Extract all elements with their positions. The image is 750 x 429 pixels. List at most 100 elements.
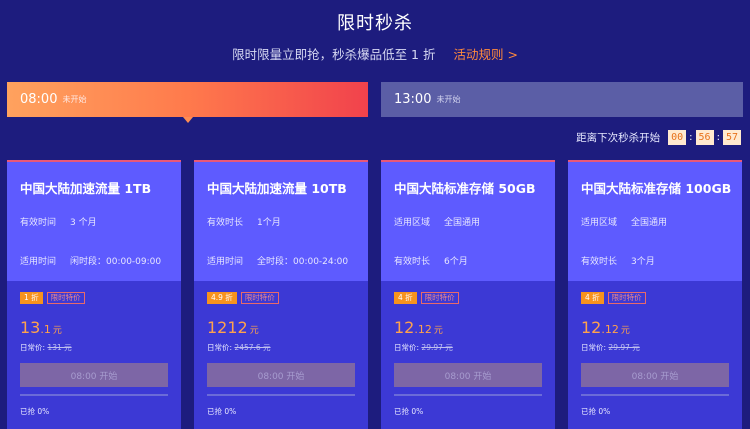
start-button[interactable]: 08:00 开始 <box>20 363 168 387</box>
product-name: 中国大陆标准存储 50GB <box>394 181 536 196</box>
attribute-value: 1个月 <box>257 218 281 228</box>
limited-offer-badge: 限时特价 <box>420 291 459 304</box>
original-price-value: 29.97 元 <box>608 343 640 352</box>
page-title: 限时秒杀 <box>337 13 413 34</box>
sold-progress-bar <box>20 394 168 396</box>
card-attribute-row: 适用时间 全时段：00:00-24:00 <box>207 254 356 267</box>
attribute-value: 3 个月 <box>70 218 97 228</box>
card-attribute-row: 适用时间 闲时段：00:00-09:00 <box>20 254 169 267</box>
sold-percentage: 已抢 0% <box>20 407 50 416</box>
original-price: 日常价: 29.97 元 <box>394 342 543 353</box>
activity-rules-link[interactable]: 活动规则 > <box>453 47 517 62</box>
subtitle-text: 限时限量立即抢，秒杀爆品低至 1 折 <box>232 47 436 62</box>
price-integer: 1212 <box>207 318 248 337</box>
price-decimal: .12 <box>601 323 619 336</box>
attribute-key: 有效时间 <box>20 218 57 228</box>
sold-progress-bar <box>394 394 542 396</box>
product-card: 中国大陆标准存储 50GB 适用区域 全国通用 有效时长 6个月 4 折 限时特… <box>381 160 555 429</box>
original-price-value: 131 元 <box>47 343 72 352</box>
attribute-value: 6个月 <box>444 257 468 267</box>
card-info: 中国大陆标准存储 100GB 适用区域 全国通用 有效时长 3个月 <box>568 160 742 281</box>
countdown-separator: : <box>716 132 720 143</box>
slot-state: 未开始 <box>436 95 461 104</box>
original-price: 日常价: 131 元 <box>20 342 169 353</box>
sale-price: 12.12 元 <box>394 318 543 338</box>
price-decimal: .1 <box>40 323 51 336</box>
countdown-seconds: 57 <box>722 130 741 145</box>
start-button[interactable]: 08:00 开始 <box>207 363 355 387</box>
sold-percentage: 已抢 0% <box>207 407 237 416</box>
card-attribute-row: 有效时长 6个月 <box>394 254 543 267</box>
price-unit: 元 <box>433 326 443 336</box>
start-button[interactable]: 08:00 开始 <box>394 363 542 387</box>
price-integer: 12 <box>394 318 415 337</box>
original-price-label: 日常价: <box>581 343 607 352</box>
start-button[interactable]: 08:00 开始 <box>581 363 729 387</box>
card-tags: 4 折 限时特价 <box>581 291 730 304</box>
page-subtitle: 限时限量立即抢，秒杀爆品低至 1 折 活动规则 > <box>0 44 750 63</box>
card-purchase: 4 折 限时特价 12.12 元 日常价: 29.97 元 08:00 开始 已抢… <box>381 281 555 429</box>
attribute-value: 全时段：00:00-24:00 <box>257 257 349 267</box>
product-card: 中国大陆加速流量 1TB 有效时间 3 个月 适用时间 闲时段：00:00-09… <box>7 160 181 429</box>
discount-badge: 4.9 折 <box>207 291 237 304</box>
card-tags: 4 折 限时特价 <box>394 291 543 304</box>
original-price-label: 日常价: <box>20 343 46 352</box>
slot-time: 13:00 <box>394 92 432 107</box>
card-info: 中国大陆加速流量 1TB 有效时间 3 个月 适用时间 闲时段：00:00-09… <box>7 160 181 281</box>
product-name: 中国大陆标准存储 100GB <box>581 181 732 196</box>
card-purchase: 4.9 折 限时特价 1212 元 日常价: 2457.6 元 08:00 开始 … <box>194 281 368 429</box>
time-slot-1300[interactable]: 13:00 未开始 <box>381 82 743 117</box>
sold-percentage: 已抢 0% <box>581 407 611 416</box>
price-integer: 13 <box>20 318 41 337</box>
original-price-label: 日常价: <box>394 343 420 352</box>
card-attribute-row: 有效时长 3个月 <box>581 254 730 267</box>
price-unit: 元 <box>52 326 62 336</box>
card-tags: 4.9 折 限时特价 <box>207 291 356 304</box>
countdown-hours: 00 <box>668 130 687 145</box>
countdown-separator: : <box>689 132 693 143</box>
attribute-value: 全国通用 <box>444 218 481 228</box>
card-info: 中国大陆加速流量 10TB 有效时长 1个月 适用时间 全时段：00:00-24… <box>194 160 368 281</box>
product-name: 中国大陆加速流量 1TB <box>20 181 152 196</box>
countdown-minutes: 56 <box>695 130 714 145</box>
attribute-key: 有效时长 <box>581 257 618 267</box>
card-attribute-row: 适用区域 全国通用 <box>581 215 730 228</box>
attribute-key: 适用时间 <box>20 257 57 267</box>
sale-price: 12.12 元 <box>581 318 730 338</box>
sale-price: 1212 元 <box>207 318 356 338</box>
discount-badge: 4 折 <box>394 291 417 304</box>
attribute-value: 3个月 <box>631 257 655 267</box>
original-price: 日常价: 29.97 元 <box>581 342 730 353</box>
limited-offer-badge: 限时特价 <box>607 291 646 304</box>
product-card: 中国大陆标准存储 100GB 适用区域 全国通用 有效时长 3个月 4 折 限时… <box>568 160 742 429</box>
card-attribute-row: 有效时长 1个月 <box>207 215 356 228</box>
original-price: 日常价: 2457.6 元 <box>207 342 356 353</box>
countdown: 距离下次秒杀开始 00 : 56 : 57 <box>576 130 743 145</box>
card-attribute-row: 有效时间 3 个月 <box>20 215 169 228</box>
attribute-key: 有效时长 <box>394 257 431 267</box>
attribute-key: 有效时长 <box>207 218 244 228</box>
card-tags: 1 折 限时特价 <box>20 291 169 304</box>
discount-badge: 4 折 <box>581 291 604 304</box>
original-price-value: 2457.6 元 <box>234 343 271 352</box>
price-integer: 12 <box>581 318 602 337</box>
card-purchase: 1 折 限时特价 13.1 元 日常价: 131 元 08:00 开始 已抢 0% <box>7 281 181 429</box>
card-attribute-row: 适用区域 全国通用 <box>394 215 543 228</box>
original-price-value: 29.97 元 <box>421 343 453 352</box>
attribute-key: 适用区域 <box>394 218 431 228</box>
price-unit: 元 <box>249 326 259 336</box>
card-purchase: 4 折 限时特价 12.12 元 日常价: 29.97 元 08:00 开始 已抢… <box>568 281 742 429</box>
original-price-label: 日常价: <box>207 343 233 352</box>
discount-badge: 1 折 <box>20 291 43 304</box>
attribute-value: 闲时段：00:00-09:00 <box>70 257 162 267</box>
card-info: 中国大陆标准存储 50GB 适用区域 全国通用 有效时长 6个月 <box>381 160 555 281</box>
time-slot-0800[interactable]: 08:00 未开始 <box>7 82 368 123</box>
sold-percentage: 已抢 0% <box>394 407 424 416</box>
sale-price: 13.1 元 <box>20 318 169 338</box>
sold-progress-bar <box>581 394 729 396</box>
product-name: 中国大陆加速流量 10TB <box>207 181 347 196</box>
active-slot-pointer-icon <box>183 117 193 123</box>
attribute-key: 适用区域 <box>581 218 618 228</box>
attribute-key: 适用时间 <box>207 257 244 267</box>
sold-progress-bar <box>207 394 355 396</box>
